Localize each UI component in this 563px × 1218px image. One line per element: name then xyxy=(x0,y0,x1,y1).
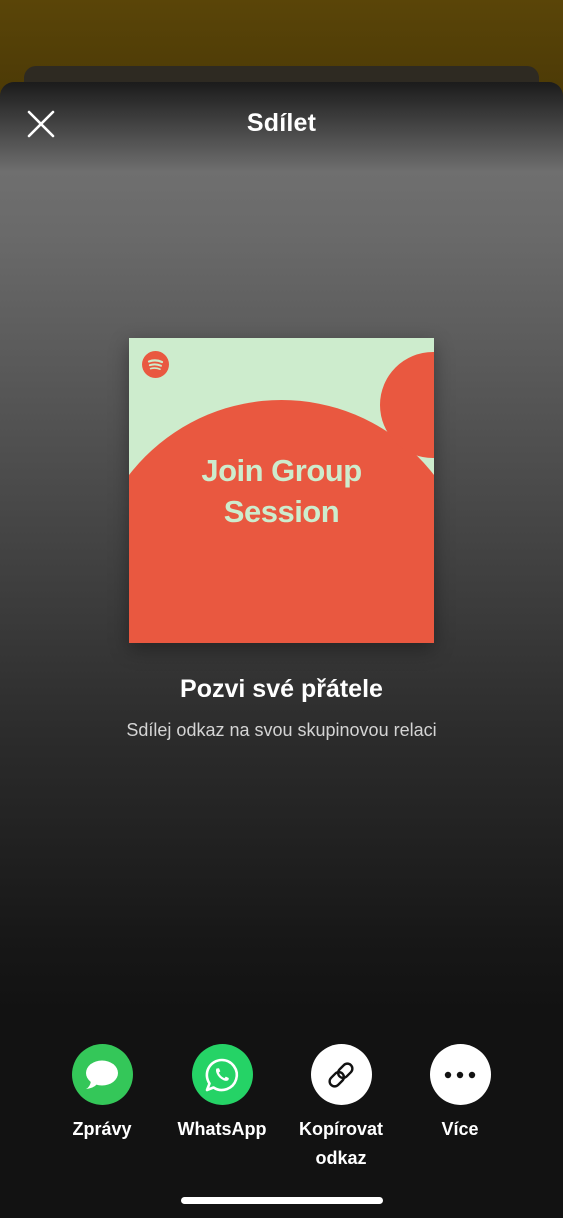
invite-title: Pozvi své přátele xyxy=(180,675,383,703)
share-copy-link-button[interactable]: Kopírovat odkaz xyxy=(281,1044,401,1173)
share-copy-link-label: Kopírovat odkaz xyxy=(298,1119,383,1168)
share-whatsapp-label: WhatsApp xyxy=(177,1119,267,1139)
share-messages-label: Zprávy xyxy=(72,1119,132,1139)
share-options-bar: Zprávy WhatsApp Kopírovat odkaz Více xyxy=(0,1004,563,1218)
group-session-cover: Join Group Session xyxy=(129,338,434,643)
cover-title: Join Group Session xyxy=(201,453,362,529)
home-indicator[interactable] xyxy=(181,1197,383,1204)
share-whatsapp-button[interactable]: WhatsApp xyxy=(162,1044,282,1144)
invite-subtitle: Sdílej odkaz na svou skupinovou relaci xyxy=(126,720,437,740)
whatsapp-icon xyxy=(191,1044,253,1105)
share-messages-button[interactable]: Zprávy xyxy=(42,1044,162,1144)
sheet-title: Sdílet xyxy=(246,109,317,137)
share-more-label: Více xyxy=(441,1119,479,1139)
spotify-logo-icon xyxy=(142,351,169,378)
link-icon xyxy=(310,1044,372,1105)
more-icon xyxy=(429,1044,491,1105)
messages-icon xyxy=(71,1044,133,1105)
share-more-button[interactable]: Více xyxy=(400,1044,520,1144)
